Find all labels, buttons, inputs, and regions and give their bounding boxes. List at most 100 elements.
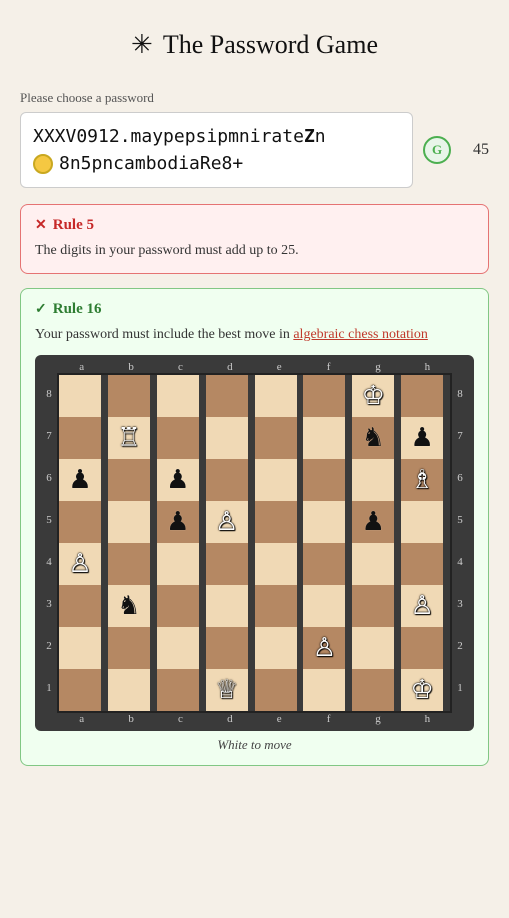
- cell-a8: [59, 375, 101, 417]
- chess-board-outer: a b c d e f g h 87654321♔♖♞♟♟♟♗♟♙♟♙♞♙♙♕♔…: [35, 355, 474, 731]
- piece-b3: ♞: [117, 593, 140, 619]
- char-count: 45: [461, 141, 489, 159]
- cell-e8: [255, 375, 297, 417]
- chess-board: ♔ ♖ ♞ ♟ ♟ ♟ ♗ ♟ ♙ ♟ ♙ ♞ ♙ ♙ ♕ ♔: [57, 373, 452, 713]
- piece-g7: ♞: [362, 425, 385, 451]
- cell-c5: ♟: [157, 501, 199, 543]
- cell-f1: [303, 669, 345, 711]
- rank-label-right-1: 1: [452, 667, 468, 709]
- cell-b4: [108, 543, 150, 585]
- cell-b7: ♖: [108, 417, 150, 459]
- cell-g1: [352, 669, 394, 711]
- cell-h7: ♟: [401, 417, 443, 459]
- rule-16-box: ✓ Rule 16 Your password must include the…: [20, 288, 489, 766]
- cell-a6: ♟: [59, 459, 101, 501]
- chess-board-inner: a b c d e f g h 87654321♔♖♞♟♟♟♗♟♙♟♙♞♙♙♕♔…: [41, 361, 468, 725]
- cell-f8: [303, 375, 345, 417]
- cell-e1: [255, 669, 297, 711]
- rank-label-left-5: 5: [41, 499, 57, 541]
- cell-b1: [108, 669, 150, 711]
- cell-c8: [157, 375, 199, 417]
- pass-icon: ✓: [35, 301, 47, 318]
- cell-d7: [206, 417, 248, 459]
- password-line1: XXXV0912.maypepsipmnirateZn: [33, 123, 400, 150]
- cell-h1: ♔: [401, 669, 443, 711]
- piece-h7: ♟: [410, 425, 433, 451]
- password-input[interactable]: XXXV0912.maypepsipmnirateZn 8n5pncambodi…: [20, 112, 413, 188]
- rank-label-left-7: 7: [41, 415, 57, 457]
- chess-container: a b c d e f g h 87654321♔♖♞♟♟♟♗♟♙♟♙♞♙♙♕♔…: [35, 355, 474, 753]
- coin-icon: [33, 154, 53, 174]
- cell-d2: [206, 627, 248, 669]
- cell-f5: [303, 501, 345, 543]
- board-caption: White to move: [35, 737, 474, 753]
- cell-c4: [157, 543, 199, 585]
- piece-a6: ♟: [68, 467, 91, 493]
- cell-b5: [108, 501, 150, 543]
- cell-c7: [157, 417, 199, 459]
- file-labels-top: a b c d e f g h: [57, 361, 452, 373]
- piece-h1: ♔: [410, 677, 433, 703]
- piece-c6: ♟: [166, 467, 189, 493]
- cell-e2: [255, 627, 297, 669]
- chess-grid: 87654321♔♖♞♟♟♟♗♟♙♟♙♞♙♙♕♔87654321: [41, 373, 468, 713]
- cell-f7: [303, 417, 345, 459]
- cell-g2: [352, 627, 394, 669]
- cell-e3: [255, 585, 297, 627]
- cell-c1: [157, 669, 199, 711]
- rule-5-header: ✕ Rule 5: [35, 217, 474, 234]
- algebraic-notation-link[interactable]: algebraic chess notation: [293, 327, 428, 342]
- rank-label-right-8: 8: [452, 373, 468, 415]
- cell-b8: [108, 375, 150, 417]
- cell-a4: ♙: [59, 543, 101, 585]
- cell-g3: [352, 585, 394, 627]
- cell-g4: [352, 543, 394, 585]
- rule-16-text-before: Your password must include the best move…: [35, 327, 293, 342]
- rule-5-id: Rule 5: [53, 217, 94, 234]
- rank-label-right-7: 7: [452, 415, 468, 457]
- cell-a2: [59, 627, 101, 669]
- rank-label-left-8: 8: [41, 373, 57, 415]
- cell-d4: [206, 543, 248, 585]
- cell-h6: ♗: [401, 459, 443, 501]
- file-labels-bottom: a b c d e f g h: [57, 713, 452, 725]
- cell-b2: [108, 627, 150, 669]
- cell-g8: ♔: [352, 375, 394, 417]
- piece-h3: ♙: [410, 593, 433, 619]
- cell-h8: [401, 375, 443, 417]
- rank-labels-right: 87654321: [452, 373, 468, 713]
- rank-label-right-6: 6: [452, 457, 468, 499]
- rank-label-right-4: 4: [452, 541, 468, 583]
- piece-b7: ♖: [117, 425, 140, 451]
- cell-a3: [59, 585, 101, 627]
- cell-h5: [401, 501, 443, 543]
- cell-d1: ♕: [206, 669, 248, 711]
- cell-c6: ♟: [157, 459, 199, 501]
- cell-g5: ♟: [352, 501, 394, 543]
- rank-label-right-3: 3: [452, 583, 468, 625]
- cell-g7: ♞: [352, 417, 394, 459]
- cell-f4: [303, 543, 345, 585]
- piece-d5: ♙: [215, 509, 238, 535]
- cell-h3: ♙: [401, 585, 443, 627]
- cell-a1: [59, 669, 101, 711]
- piece-g8: ♔: [362, 383, 385, 409]
- rank-label-left-2: 2: [41, 625, 57, 667]
- cell-e5: [255, 501, 297, 543]
- rule-16-text: Your password must include the best move…: [35, 324, 474, 345]
- piece-d1: ♕: [215, 677, 238, 703]
- rank-label-left-3: 3: [41, 583, 57, 625]
- cell-e6: [255, 459, 297, 501]
- rule-5-box: ✕ Rule 5 The digits in your password mus…: [20, 204, 489, 274]
- password-row: XXXV0912.maypepsipmnirateZn 8n5pncambodi…: [20, 112, 489, 188]
- cell-f6: [303, 459, 345, 501]
- cell-d8: [206, 375, 248, 417]
- grammarly-button[interactable]: G: [423, 136, 451, 164]
- cell-f2: ♙: [303, 627, 345, 669]
- rank-label-left-4: 4: [41, 541, 57, 583]
- page-title: ✳ The Password Game: [20, 30, 489, 60]
- cell-h2: [401, 627, 443, 669]
- cell-e4: [255, 543, 297, 585]
- piece-g5: ♟: [362, 509, 385, 535]
- rule-16-id: Rule 16: [53, 301, 102, 318]
